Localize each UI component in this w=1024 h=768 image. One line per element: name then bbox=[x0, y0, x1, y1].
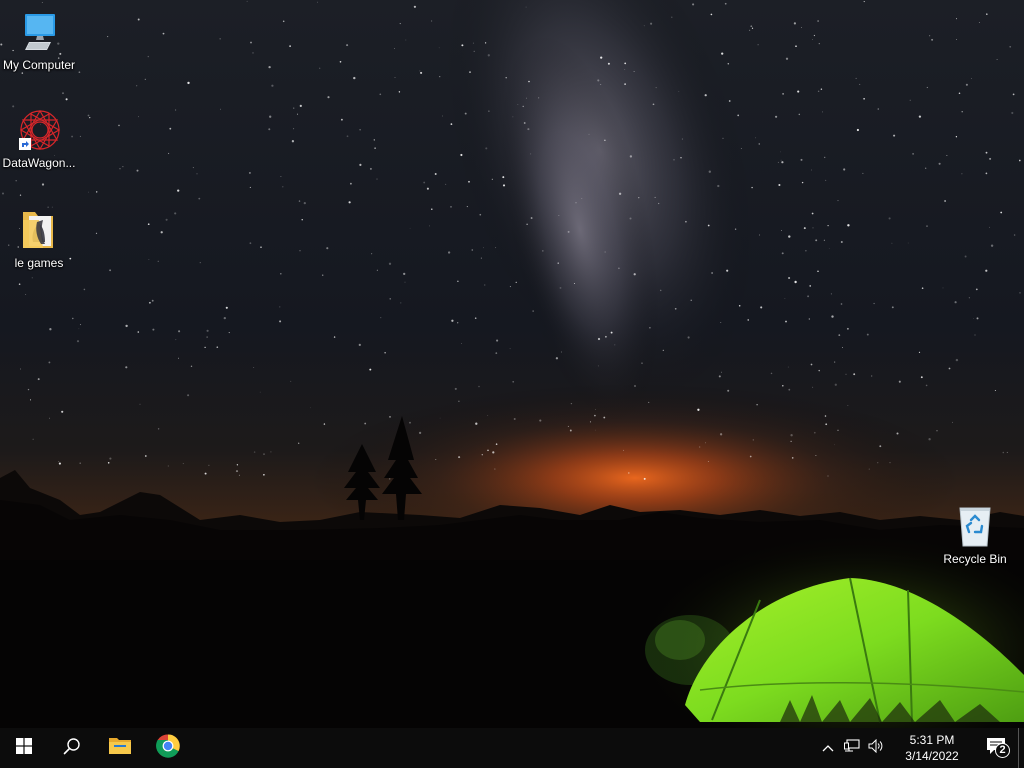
system-tray: 5:31 PM 3/14/2022 2 bbox=[816, 728, 1024, 768]
desktop-icon-le-games[interactable]: le games bbox=[0, 206, 78, 271]
folder-icon bbox=[15, 206, 63, 254]
file-explorer-button[interactable] bbox=[96, 728, 144, 768]
desktop-icon-label: DataWagon... bbox=[2, 156, 76, 170]
volume-button[interactable] bbox=[864, 728, 888, 768]
chrome-button[interactable] bbox=[144, 728, 192, 768]
desktop[interactable]: My Computer DataWagon... le games Recycl… bbox=[0, 0, 1024, 728]
network-button[interactable] bbox=[840, 728, 864, 768]
action-center-button[interactable]: 2 bbox=[976, 728, 1016, 768]
taskbar: 5:31 PM 3/14/2022 2 bbox=[0, 728, 1024, 768]
recycle-bin-icon bbox=[951, 502, 999, 550]
computer-icon bbox=[15, 8, 63, 56]
datawagon-shortcut-icon bbox=[15, 106, 63, 154]
chevron-up-icon bbox=[822, 739, 834, 757]
desktop-icon-label: Recycle Bin bbox=[943, 552, 1007, 566]
wallpaper bbox=[0, 0, 1024, 728]
search-button[interactable] bbox=[48, 728, 96, 768]
chrome-icon bbox=[156, 733, 180, 763]
file-explorer-icon bbox=[108, 736, 132, 761]
notification-count-badge: 2 bbox=[995, 743, 1010, 758]
volume-icon bbox=[868, 738, 884, 758]
desktop-icon-my-computer[interactable]: My Computer bbox=[0, 8, 78, 73]
clock-time: 5:31 PM bbox=[909, 733, 955, 747]
desktop-icon-label: My Computer bbox=[2, 58, 76, 72]
search-icon bbox=[63, 737, 81, 760]
desktop-icon-recycle-bin[interactable]: Recycle Bin bbox=[936, 502, 1014, 567]
desktop-icon-label: le games bbox=[14, 256, 64, 270]
show-desktop-button[interactable] bbox=[1018, 728, 1024, 768]
network-icon bbox=[844, 738, 860, 758]
desktop-icon-datawagon[interactable]: DataWagon... bbox=[0, 106, 78, 171]
clock-date: 3/14/2022 bbox=[905, 749, 959, 763]
windows-logo-icon bbox=[16, 737, 32, 759]
start-button[interactable] bbox=[0, 728, 48, 768]
clock[interactable]: 5:31 PM 3/14/2022 bbox=[892, 728, 972, 768]
show-hidden-icons-button[interactable] bbox=[816, 728, 840, 768]
